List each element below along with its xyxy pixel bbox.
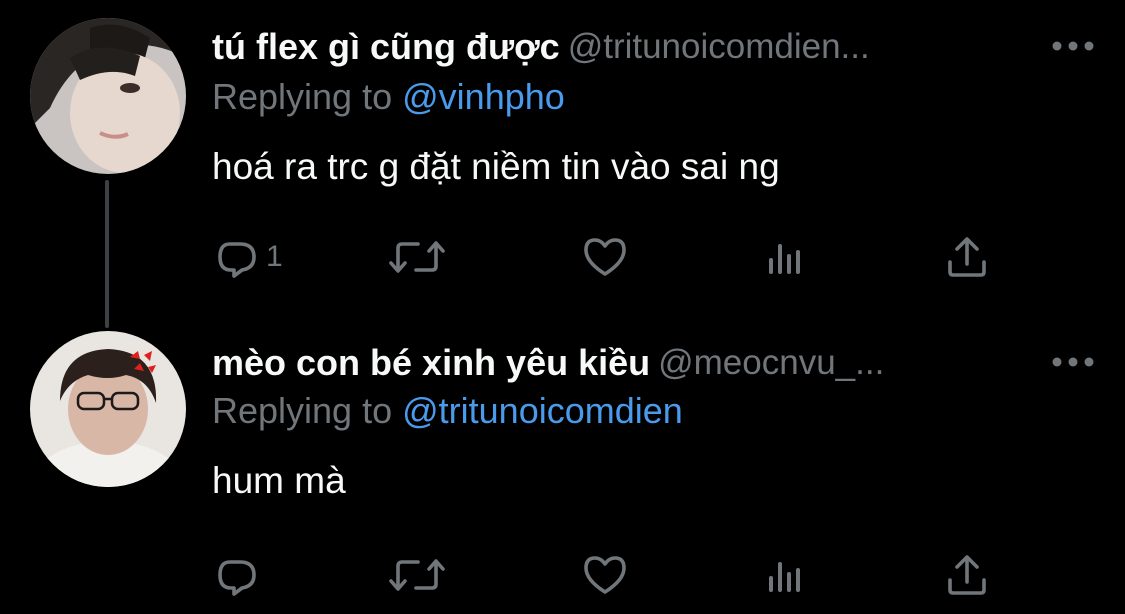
avatar[interactable]	[30, 331, 186, 487]
avatar[interactable]	[30, 18, 186, 174]
more-horizontal-icon[interactable]	[1051, 350, 1095, 374]
reply-button[interactable]	[212, 550, 266, 600]
replying-to-label: Replying to	[212, 390, 393, 431]
views-button[interactable]	[764, 550, 808, 600]
retweet-button[interactable]	[386, 550, 448, 600]
reply-icon	[218, 242, 256, 278]
display-name[interactable]: mèo con bé xinh yêu kiều	[212, 342, 650, 383]
replying-to-label: Replying to	[212, 76, 393, 117]
share-icon	[948, 555, 986, 595]
tweet-actions	[212, 550, 1012, 600]
heart-icon	[584, 238, 626, 276]
reply-icon	[218, 560, 256, 596]
views-bar-chart-icon	[769, 244, 800, 274]
user-handle[interactable]: @meocnvu_...	[658, 343, 884, 382]
heart-icon	[584, 556, 626, 594]
replying-to-handle-link[interactable]: @tritunoicomdien	[402, 390, 683, 431]
share-button[interactable]	[942, 550, 992, 600]
display-name[interactable]: tú flex gì cũng được	[212, 26, 560, 67]
tweet-text: hoá ra trc g đặt niềm tin vào sai ng	[212, 146, 780, 187]
tweet-header: mèo con bé xinh yêu kiều @meocnvu_...	[212, 342, 1095, 384]
like-button[interactable]	[580, 232, 630, 282]
tweet[interactable]: mèo con bé xinh yêu kiều @meocnvu_... Rep…	[0, 310, 1125, 614]
reply-button[interactable]: 1	[212, 232, 283, 282]
tweet-text: hum mà	[212, 460, 346, 501]
views-button[interactable]	[764, 232, 808, 282]
tweet-header: tú flex gì cũng được @tritunoicomdien...	[212, 26, 1095, 68]
like-button[interactable]	[580, 550, 630, 600]
replying-to-handle-link[interactable]: @vinhpho	[402, 76, 565, 117]
tweet[interactable]: tú flex gì cũng được @tritunoicomdien... …	[0, 0, 1125, 310]
replying-to: Replying to @vinhpho	[212, 76, 565, 118]
retweet-button[interactable]	[386, 232, 448, 282]
retweet-icon	[389, 241, 445, 273]
share-icon	[948, 237, 986, 277]
reply-count: 1	[266, 240, 283, 273]
views-bar-chart-icon	[769, 562, 800, 592]
user-handle[interactable]: @tritunoicomdien...	[568, 27, 870, 66]
replying-to: Replying to @tritunoicomdien	[212, 390, 683, 432]
retweet-icon	[389, 559, 445, 591]
share-button[interactable]	[942, 232, 992, 282]
tweet-actions: 1	[212, 232, 1012, 282]
more-horizontal-icon[interactable]	[1051, 34, 1095, 58]
